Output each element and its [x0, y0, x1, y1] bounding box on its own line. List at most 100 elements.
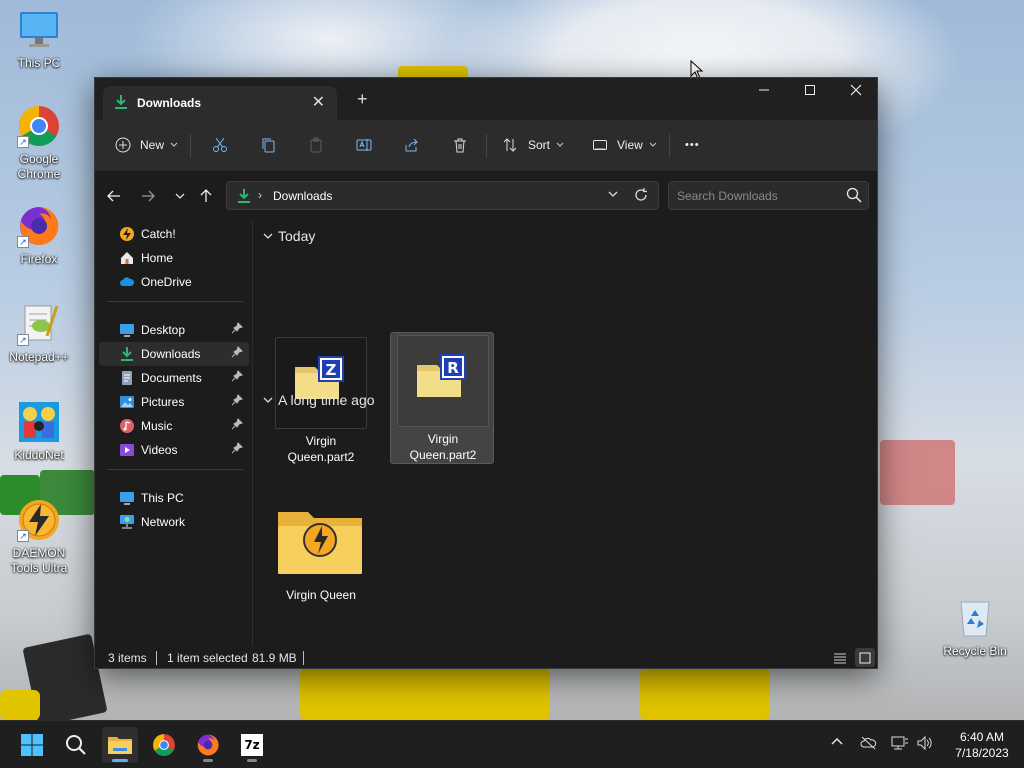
kiddonet-icon	[17, 400, 61, 444]
file-item-rar[interactable]: R Virgin Queen.part2	[390, 332, 494, 464]
nav-item-desktop[interactable]: Desktop	[99, 318, 249, 342]
nav-item-this-pc[interactable]: This PC	[99, 486, 249, 510]
chevron-down-icon	[170, 142, 178, 147]
file-name-line: Queen.part2	[409, 448, 477, 462]
minimize-icon	[759, 89, 769, 91]
sort-icon	[503, 138, 517, 152]
search-input[interactable]	[669, 182, 839, 209]
new-button[interactable]: New	[115, 130, 178, 160]
group-header-long-ago[interactable]: A long time ago	[262, 392, 375, 408]
desktop-icon-firefox[interactable]: ↗ Firefox	[0, 204, 78, 267]
rename-button[interactable]	[356, 130, 372, 160]
svg-text:R: R	[447, 359, 459, 377]
tab-downloads[interactable]: Downloads ✕	[103, 86, 337, 120]
desktop-icon-recycle-bin[interactable]: Recycle Bin	[936, 596, 1014, 659]
view-button[interactable]: View	[592, 130, 657, 160]
status-selection: 1 item selected	[167, 651, 248, 665]
copy-button[interactable]	[260, 130, 276, 160]
maximize-icon	[805, 85, 815, 95]
view-icon	[593, 140, 607, 150]
group-label: Today	[278, 228, 316, 244]
desktop-icon-daemon-tools[interactable]: ↗ DAEMON Tools Ultra	[0, 498, 78, 576]
address-bar[interactable]: › Downloads	[226, 181, 659, 210]
desktop-icon	[119, 322, 135, 338]
desktop-icon-chrome[interactable]: ↗ Google Chrome	[0, 104, 78, 182]
daemon-tools-icon: ↗	[17, 498, 61, 542]
new-tab-button[interactable]: +	[357, 90, 368, 108]
clock[interactable]: 6:40 AM 7/18/2023	[942, 729, 1022, 761]
nav-item-pictures[interactable]: Pictures	[99, 390, 249, 414]
desktop-icon-this-pc[interactable]: This PC	[0, 8, 78, 71]
chevron-down-icon	[175, 193, 185, 199]
shortcut-arrow-icon: ↗	[17, 334, 29, 346]
refresh-icon[interactable]	[634, 188, 648, 205]
search-icon	[66, 735, 86, 755]
close-icon	[850, 84, 862, 96]
nav-item-documents[interactable]: Documents	[99, 366, 249, 390]
address-dropdown-icon[interactable]	[608, 188, 618, 202]
minimize-button[interactable]	[741, 78, 787, 108]
chevron-down-icon	[263, 397, 273, 403]
download-icon	[236, 188, 252, 207]
rename-icon	[356, 139, 372, 151]
folder-item[interactable]: Virgin Queen	[268, 496, 372, 628]
volume-tray-icon[interactable]	[916, 735, 934, 754]
taskbar-firefox[interactable]	[190, 727, 226, 763]
group-header-today[interactable]: Today	[262, 228, 315, 244]
desktop-icon-kiddonet[interactable]: KiddoNet	[0, 400, 78, 463]
desktop-icon-notepadpp[interactable]: ↗ Notepad++	[0, 302, 78, 365]
taskbar-file-explorer[interactable]	[102, 727, 138, 763]
close-tab-icon[interactable]: ✕	[312, 92, 325, 112]
paste-icon	[310, 137, 322, 153]
nav-item-catch[interactable]: Catch!	[99, 222, 249, 246]
back-button[interactable]	[102, 184, 126, 208]
nav-item-label: Downloads	[141, 347, 201, 361]
file-list: Today Z Virgin Queen.part2 R Virgin Queen.pa…	[254, 220, 877, 646]
show-hidden-icons-button[interactable]	[830, 735, 844, 752]
details-view-button[interactable]	[832, 650, 848, 668]
network-tray-icon[interactable]	[891, 735, 909, 754]
onedrive-tray-icon[interactable]	[860, 735, 878, 754]
chrome-icon	[153, 734, 175, 756]
monitor-icon	[119, 490, 135, 506]
search-icon[interactable]	[846, 187, 862, 206]
arrow-right-icon	[142, 190, 155, 202]
status-bar: 3 items 1 item selected 81.9 MB	[95, 646, 877, 668]
cut-button[interactable]	[212, 130, 228, 160]
nav-item-home[interactable]: Home	[99, 246, 249, 270]
chevron-down-icon	[649, 142, 657, 147]
thumbnail: R	[397, 335, 489, 427]
scissors-icon	[213, 137, 227, 152]
pin-icon	[231, 418, 243, 433]
nav-item-music[interactable]: Music	[99, 414, 249, 438]
svg-text:Z: Z	[326, 361, 337, 379]
file-name: Virgin Queen	[271, 587, 371, 603]
sort-button[interactable]: Sort	[502, 130, 564, 160]
taskbar-7zip[interactable]: 7z	[234, 727, 270, 763]
recent-locations-button[interactable]	[168, 184, 192, 208]
taskbar-chrome[interactable]	[146, 727, 182, 763]
delete-button[interactable]	[452, 130, 468, 160]
notepadpp-icon: ↗	[17, 302, 61, 346]
tiles-view-button[interactable]	[855, 648, 875, 667]
nav-item-network[interactable]: Network	[99, 510, 249, 534]
cloud-icon	[119, 274, 135, 290]
forward-button[interactable]	[136, 184, 160, 208]
close-window-button[interactable]	[833, 78, 877, 108]
tab-title: Downloads	[137, 96, 202, 110]
paste-button[interactable]	[308, 130, 324, 160]
nav-item-label: Desktop	[141, 323, 186, 337]
nav-item-videos[interactable]: Videos	[99, 438, 249, 462]
trash-icon	[454, 138, 466, 153]
more-options-button[interactable]: •••	[685, 130, 700, 160]
clock-time: 6:40 AM	[959, 730, 1005, 744]
start-button[interactable]	[14, 727, 50, 763]
breadcrumb-downloads[interactable]: Downloads	[273, 189, 332, 203]
share-button[interactable]	[404, 130, 420, 160]
search-button[interactable]	[58, 727, 94, 763]
file-name: Virgin Queen.part2	[271, 433, 371, 465]
nav-item-onedrive[interactable]: OneDrive	[99, 270, 249, 294]
nav-item-downloads[interactable]: Downloads	[99, 342, 249, 366]
maximize-button[interactable]	[787, 78, 833, 108]
up-button[interactable]	[194, 184, 218, 208]
